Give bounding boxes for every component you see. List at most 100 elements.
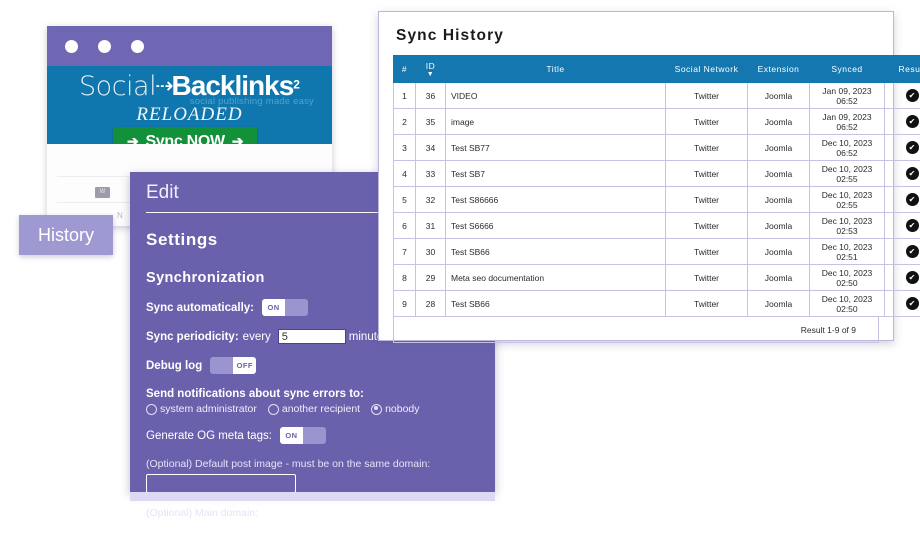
cell-result: ✔	[885, 135, 920, 161]
logo-reloaded-text: RELOADED	[47, 104, 332, 126]
cell-number: 6	[394, 213, 416, 239]
cell-number: 9	[394, 291, 416, 317]
logo-arrow-icon: ⇢	[155, 75, 173, 97]
toggle-knob	[303, 427, 326, 444]
column-header-number[interactable]: #	[394, 56, 416, 83]
cell-result: ✔	[885, 187, 920, 213]
cell-synced: Jan 09, 2023 06:52	[810, 83, 885, 109]
table-row[interactable]: 235imageTwitterJoomlaJan 09, 2023 06:52✔	[394, 109, 920, 135]
cell-result: ✔	[885, 291, 920, 317]
cell-title: Test S86666	[446, 187, 666, 213]
sort-descending-icon: ▼	[418, 72, 443, 78]
sync-periodicity-label: Sync periodicity:	[146, 331, 239, 343]
default-post-image-input[interactable]	[146, 474, 296, 493]
generate-og-toggle[interactable]: ON	[280, 427, 326, 444]
table-row[interactable]: 334Test SB77TwitterJoomlaDec 10, 2023 06…	[394, 135, 920, 161]
radio-nobody[interactable]: nobody	[371, 403, 419, 415]
result-count-label: Result 1-9 of 9	[801, 325, 856, 335]
cell-title: Test SB66	[446, 291, 666, 317]
window-dot-2	[98, 40, 111, 53]
cell-synced: Dec 10, 2023 02:50	[810, 265, 885, 291]
cell-number: 7	[394, 239, 416, 265]
radio-icon-checked	[371, 404, 382, 415]
cell-network: Twitter	[666, 265, 748, 291]
cell-synced: Dec 10, 2023 02:51	[810, 239, 885, 265]
browser-titlebar	[47, 26, 332, 66]
notification-radio-group: system administrator another recipient n…	[146, 403, 479, 415]
logo-social-text: Social	[79, 71, 156, 102]
generate-og-row: Generate OG meta tags: ON	[146, 427, 479, 444]
cell-extension: Joomla	[748, 213, 810, 239]
column-header-title[interactable]: Title	[446, 56, 666, 83]
sync-automatically-toggle[interactable]: ON	[262, 299, 308, 316]
window-dot-1	[65, 40, 78, 53]
history-tab-label: History	[38, 225, 94, 246]
column-header-synced[interactable]: Synced	[810, 56, 885, 83]
cell-number: 2	[394, 109, 416, 135]
column-header-network[interactable]: Social Network	[666, 56, 748, 83]
cell-extension: Joomla	[748, 239, 810, 265]
column-header-id[interactable]: ID ▼	[416, 56, 446, 83]
debug-log-label: Debug log	[146, 360, 202, 372]
check-circle-icon: ✔	[906, 193, 919, 206]
radio-system-administrator[interactable]: system administrator	[146, 403, 257, 415]
column-header-result[interactable]: Result	[885, 56, 920, 83]
debug-log-toggle[interactable]: OFF	[210, 357, 256, 374]
check-circle-icon: ✔	[906, 89, 919, 102]
table-row[interactable]: 433Test SB7TwitterJoomlaDec 10, 2023 02:…	[394, 161, 920, 187]
check-circle-icon: ✔	[906, 271, 919, 284]
sync-history-card: Sync History # ID ▼ Title Social Network…	[378, 11, 894, 341]
cell-id: 31	[416, 213, 446, 239]
check-circle-icon: ✔	[906, 167, 919, 180]
cell-id: 35	[416, 109, 446, 135]
cell-number: 4	[394, 161, 416, 187]
table-row[interactable]: 928Test SB66TwitterJoomlaDec 10, 2023 02…	[394, 291, 920, 317]
check-circle-icon: ✔	[906, 115, 919, 128]
cell-number: 8	[394, 265, 416, 291]
table-row[interactable]: 631Test S6666TwitterJoomlaDec 10, 2023 0…	[394, 213, 920, 239]
table-row[interactable]: 829Meta seo documentationTwitterJoomlaDe…	[394, 265, 920, 291]
toggle-off-label: OFF	[233, 357, 256, 374]
table-row[interactable]: 730Test SB66TwitterJoomlaDec 10, 2023 02…	[394, 239, 920, 265]
toggle-on-label: ON	[280, 427, 303, 444]
cell-title: Test SB7	[446, 161, 666, 187]
cell-id: 36	[416, 83, 446, 109]
check-circle-icon: ✔	[906, 297, 919, 310]
table-body: 136VIDEOTwitterJoomlaJan 09, 2023 06:52✔…	[394, 83, 920, 317]
history-tab[interactable]: History	[19, 215, 113, 255]
cell-network: Twitter	[666, 239, 748, 265]
cell-title: Test SB66	[446, 239, 666, 265]
content-badge: W	[95, 187, 110, 198]
cell-network: Twitter	[666, 291, 748, 317]
cell-extension: Joomla	[748, 83, 810, 109]
sync-periodicity-input[interactable]: 5	[278, 329, 346, 344]
cell-extension: Joomla	[748, 135, 810, 161]
cell-synced: Dec 10, 2023 02:55	[810, 161, 885, 187]
generate-og-label: Generate OG meta tags:	[146, 430, 272, 442]
logo-superscript: 2	[293, 78, 300, 92]
main-domain-input[interactable]	[146, 523, 296, 542]
cell-id: 29	[416, 265, 446, 291]
cell-synced: Jan 09, 2023 06:52	[810, 109, 885, 135]
cell-number: 3	[394, 135, 416, 161]
cell-result: ✔	[885, 239, 920, 265]
column-header-id-label: ID	[426, 61, 436, 71]
brand-banner: Social⇢Backlinks2 social publishing made…	[47, 66, 332, 144]
table-row[interactable]: 136VIDEOTwitterJoomlaJan 09, 2023 06:52✔	[394, 83, 920, 109]
sync-history-title: Sync History	[379, 12, 893, 45]
cell-id: 34	[416, 135, 446, 161]
main-domain-label: (Optional) Main domain:	[146, 507, 479, 519]
radio-label: system administrator	[160, 403, 257, 415]
cell-result: ✔	[885, 83, 920, 109]
cell-synced: Dec 10, 2023 02:50	[810, 291, 885, 317]
radio-another-recipient[interactable]: another recipient	[268, 403, 360, 415]
cell-extension: Joomla	[748, 187, 810, 213]
cell-network: Twitter	[666, 109, 748, 135]
cell-result: ✔	[885, 161, 920, 187]
table-row[interactable]: 532Test S86666TwitterJoomlaDec 10, 2023 …	[394, 187, 920, 213]
toggle-knob	[210, 357, 233, 374]
cell-id: 32	[416, 187, 446, 213]
column-header-extension[interactable]: Extension	[748, 56, 810, 83]
cell-id: 33	[416, 161, 446, 187]
cell-id: 28	[416, 291, 446, 317]
